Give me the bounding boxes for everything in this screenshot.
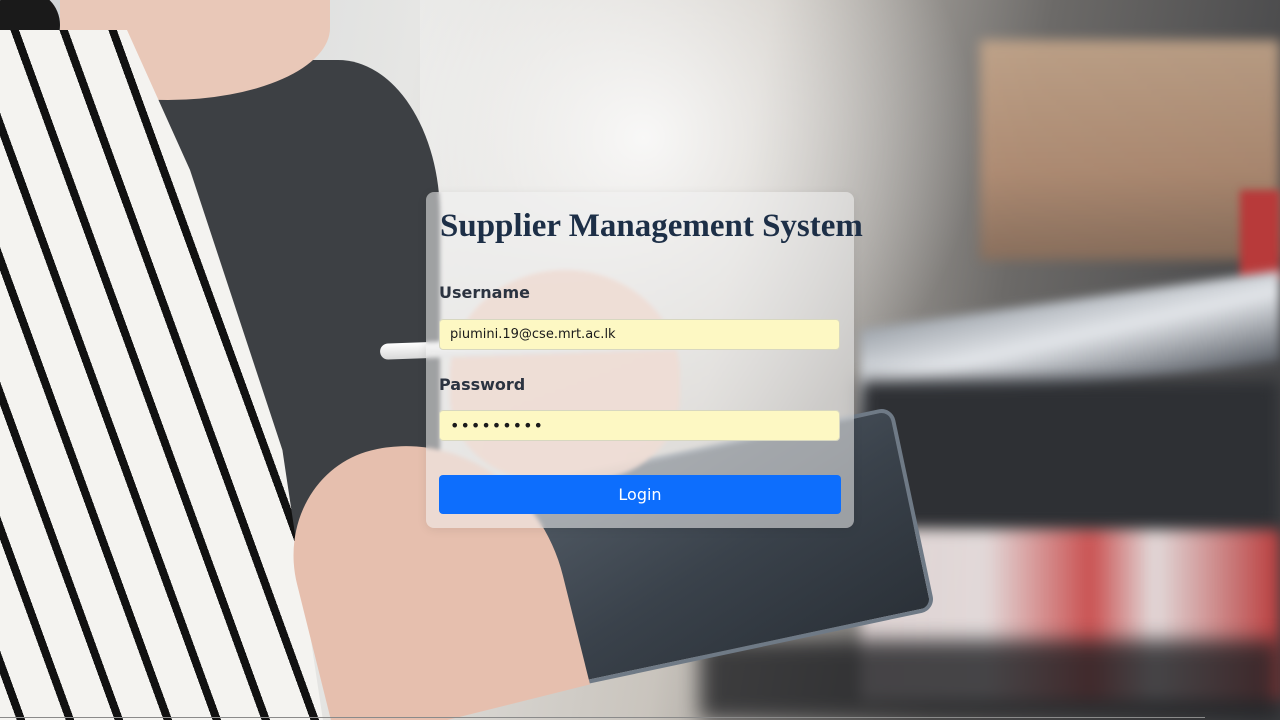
username-input[interactable] [439,319,840,350]
page-title: Supplier Management System [440,208,863,244]
background-shelf-shadow [860,380,1280,530]
login-button[interactable]: Login [439,475,841,514]
background-red-box [1240,190,1280,280]
username-label: Username [439,283,530,302]
login-page: Supplier Management System Username Pass… [0,0,1280,720]
password-label: Password [439,375,526,394]
divider [0,717,1205,718]
password-input[interactable] [439,410,840,441]
background-floor [700,640,1280,720]
background-boxes [980,40,1280,260]
login-form: Supplier Management System Username Pass… [426,192,863,528]
